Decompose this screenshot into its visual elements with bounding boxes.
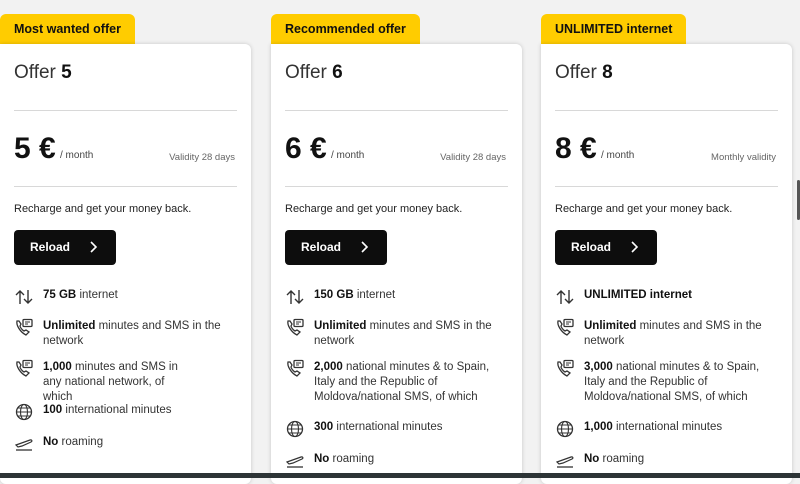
divider: [555, 186, 778, 187]
offer-title-prefix: Offer: [14, 62, 56, 83]
offer-title-number: 6: [332, 62, 343, 83]
offer-badge: Recommended offer: [271, 14, 420, 44]
feature-bold: Unlimited: [43, 320, 96, 332]
offer-title-prefix: Offer: [285, 62, 327, 83]
chevron-right-icon: [631, 241, 639, 253]
offer-period: / month: [331, 150, 365, 161]
divider: [285, 110, 508, 111]
offer-title: Offer 5: [14, 62, 72, 84]
offer-validity: Validity 28 days: [169, 152, 235, 163]
globe-icon: [556, 420, 574, 438]
offer-title: Offer 8: [555, 62, 613, 84]
offer-title-prefix: Offer: [555, 62, 597, 83]
offer-badge: UNLIMITED internet: [541, 14, 687, 44]
reload-button[interactable]: Reload: [285, 230, 387, 265]
offer-period: / month: [601, 150, 635, 161]
offer-promo: Recharge and get your money back.: [555, 203, 733, 215]
offer-validity: Monthly validity: [711, 152, 776, 163]
feature-bold: No: [314, 453, 330, 465]
feature-text: international minutes: [62, 404, 172, 416]
feature-text: internet: [353, 289, 396, 301]
airplane-icon: [285, 456, 304, 468]
chevron-right-icon: [90, 241, 98, 253]
offer-card-6: Recommended offer Offer 6 6 € / month Va…: [271, 0, 524, 484]
globe-icon: [286, 420, 304, 438]
call-sms-icon: [557, 359, 574, 377]
offer-title-number: 5: [61, 62, 72, 83]
data-transfer-icon: [556, 290, 574, 304]
offer-card-5: Most wanted offer Offer 5 5 € / month Va…: [0, 0, 253, 484]
feature-bold: 300: [314, 421, 334, 433]
offers-container: Most wanted offer Offer 5 5 € / month Va…: [0, 0, 800, 484]
feature-bold: No: [43, 436, 59, 448]
feature-bold: Unlimited: [584, 320, 637, 332]
feature-bold: 2,000: [314, 361, 343, 373]
divider: [14, 186, 237, 187]
offer-period: / month: [60, 150, 94, 161]
feature-bold: Unlimited: [314, 320, 367, 332]
divider: [14, 110, 237, 111]
offer-promo: Recharge and get your money back.: [14, 203, 192, 215]
bottom-bar: [0, 473, 800, 478]
offer-card-body: Offer 6 6 € / month Validity 28 days Rec…: [271, 44, 522, 484]
feature-text: international minutes: [612, 421, 723, 433]
offer-price: 8 €: [555, 132, 597, 165]
offer-title: Offer 6: [285, 62, 343, 84]
airplane-icon: [14, 439, 33, 451]
feature-bold: 150 GB: [314, 289, 354, 301]
feature-bold: 75 GB: [43, 289, 77, 301]
feature-text: international minutes: [333, 421, 443, 433]
airplane-icon: [555, 456, 574, 468]
offer-validity: Validity 28 days: [440, 152, 506, 163]
feature-bold: No: [584, 453, 600, 465]
feature-bold: 1,000: [43, 361, 72, 373]
offer-card-body: Offer 5 5 € / month Validity 28 days Rec…: [0, 44, 251, 484]
offer-card-8: UNLIMITED internet Offer 8 8 € / month M…: [541, 0, 794, 484]
divider: [285, 186, 508, 187]
call-sms-icon: [287, 318, 304, 336]
feature-bold: 3,000: [584, 361, 613, 373]
call-sms-icon: [557, 318, 574, 336]
feature-text: roaming: [58, 436, 104, 448]
feature-bold: UNLIMITED internet: [584, 289, 692, 301]
chevron-right-icon: [361, 241, 369, 253]
reload-button[interactable]: Reload: [14, 230, 116, 265]
data-transfer-icon: [286, 290, 304, 304]
call-sms-icon: [287, 359, 304, 377]
feature-text: internet: [76, 289, 118, 301]
globe-icon: [15, 403, 33, 421]
offer-title-number: 8: [602, 62, 613, 83]
call-sms-icon: [16, 318, 33, 336]
offer-price: 6 €: [285, 132, 327, 165]
offer-badge: Most wanted offer: [0, 14, 135, 44]
offer-promo: Recharge and get your money back.: [285, 203, 463, 215]
feature-text: roaming: [599, 453, 645, 465]
reload-button-label: Reload: [571, 240, 612, 254]
call-sms-icon: [16, 359, 33, 377]
reload-button-label: Reload: [30, 240, 71, 254]
feature-bold: 1,000: [584, 421, 613, 433]
reload-button[interactable]: Reload: [555, 230, 657, 265]
reload-button-label: Reload: [301, 240, 342, 254]
data-transfer-icon: [15, 290, 33, 304]
offer-card-body: Offer 8 8 € / month Monthly validity Rec…: [541, 44, 792, 484]
divider: [555, 110, 778, 111]
feature-bold: 100: [43, 404, 63, 416]
offer-price: 5 €: [14, 132, 56, 165]
feature-text: roaming: [329, 453, 375, 465]
